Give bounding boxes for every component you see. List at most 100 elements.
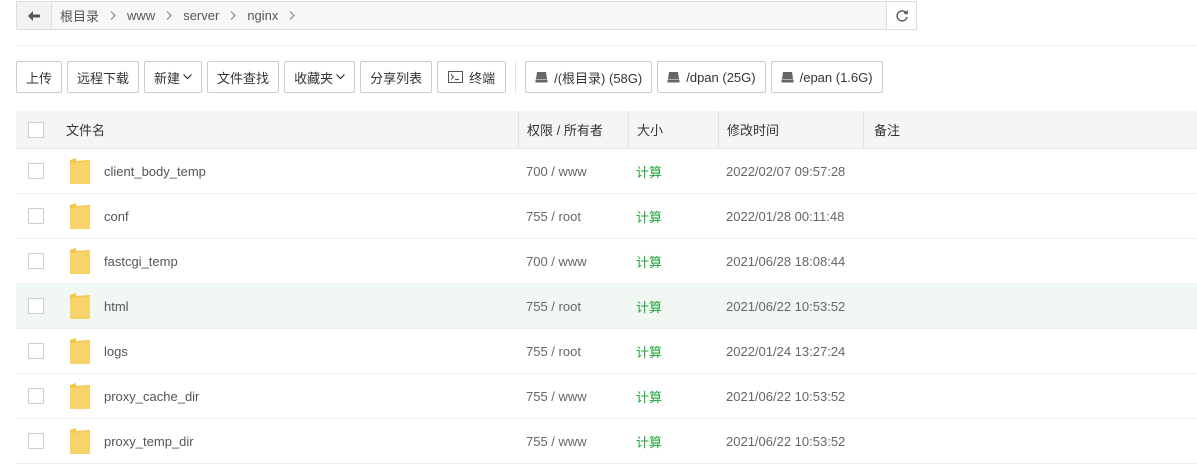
breadcrumb-www[interactable]: www (127, 8, 155, 23)
perm-cell[interactable]: 755 / root (518, 344, 628, 359)
favorites-dropdown-button[interactable]: 收藏夹 (284, 61, 356, 93)
path-bar: 根目录 www server nginx (16, 1, 917, 30)
mtime-cell: 2022/01/24 13:27:24 (726, 343, 846, 359)
calc-size-link[interactable]: 计算 (636, 255, 662, 270)
table-header: 文件名 权限 / 所有者 大小 修改时间 备注 (16, 110, 1197, 149)
name-cell: conf (56, 202, 518, 230)
file-name[interactable]: conf (104, 209, 129, 224)
header-perm[interactable]: 权限 / 所有者 (518, 110, 628, 149)
row-checkbox[interactable] (28, 433, 44, 449)
folder-icon (69, 247, 91, 275)
mtime-cell: 2022/01/28 00:11:48 (726, 208, 845, 224)
chevron-right-icon (289, 11, 296, 20)
size-cell: 计算 (628, 342, 718, 361)
row-checkbox[interactable] (28, 343, 44, 359)
disk-dpan-button[interactable]: /dpan (25G) (657, 61, 766, 93)
table-row[interactable]: proxy_cache_dir 755 / www 计算 2021/06/22 10:… (16, 374, 1197, 419)
row-checkbox[interactable] (28, 253, 44, 269)
size-cell: 计算 (628, 432, 718, 451)
table-row[interactable]: proxy_temp_dir 755 / www 计算 2021/06/22 10:5… (16, 419, 1197, 464)
disk-epan-button[interactable]: /epan (1.6G) (770, 61, 883, 93)
breadcrumb-server[interactable]: server (183, 8, 219, 23)
refresh-button[interactable] (886, 2, 916, 29)
perm-cell[interactable]: 755 / root (518, 209, 628, 224)
table-row[interactable]: conf 755 / root 计算 2022/01/28 00:11:48 (16, 194, 1197, 239)
upload-button[interactable]: 上传 (16, 61, 63, 93)
breadcrumb: 根目录 www server nginx (52, 2, 886, 29)
calc-size-link[interactable]: 计算 (636, 345, 662, 360)
back-button[interactable] (17, 2, 52, 29)
row-checkbox[interactable] (28, 163, 44, 179)
arrow-left-icon (28, 10, 40, 21)
header-size[interactable]: 大小 (628, 110, 718, 149)
perm-cell[interactable]: 700 / www (518, 164, 628, 179)
select-all-checkbox[interactable] (28, 121, 44, 138)
file-name[interactable]: html (104, 299, 129, 314)
disk-root-button[interactable]: /(根目录) (58G) (525, 61, 653, 93)
table-row[interactable]: client_body_temp 700 / www 计算 2022/02/07 09… (16, 149, 1197, 194)
folder-icon (69, 337, 91, 365)
breadcrumb-nginx[interactable]: nginx (247, 8, 278, 23)
name-cell: html (56, 292, 518, 320)
new-dropdown-button[interactable]: 新建 (144, 61, 203, 93)
table-row[interactable]: logs 755 / root 计算 2022/01/24 13:27:24 (16, 329, 1197, 374)
mtime-cell: 2021/06/22 10:53:52 (726, 388, 846, 404)
calc-size-link[interactable]: 计算 (636, 210, 662, 225)
chevron-down-icon (336, 74, 346, 80)
header-note: 备注 (863, 110, 1197, 149)
folder-icon (69, 382, 91, 410)
mtime-cell: 2022/02/07 09:57:28 (726, 163, 846, 179)
header-mtime[interactable]: 修改时间 (718, 110, 863, 149)
perm-cell[interactable]: 755 / root (518, 299, 628, 314)
file-name[interactable]: logs (104, 344, 128, 359)
file-name[interactable]: client_body_temp (104, 164, 206, 179)
row-checkbox-cell (16, 388, 56, 404)
calc-size-link[interactable]: 计算 (636, 435, 662, 450)
header-name[interactable]: 文件名 (56, 111, 518, 149)
perm-cell[interactable]: 755 / www (518, 389, 628, 404)
file-name[interactable]: fastcgi_temp (104, 254, 178, 269)
new-label: 新建 (154, 70, 181, 86)
name-cell: logs (56, 337, 518, 365)
row-checkbox-cell (16, 298, 56, 314)
perm-cell[interactable]: 700 / www (518, 254, 628, 269)
folder-icon (69, 202, 91, 230)
size-cell: 计算 (628, 252, 718, 271)
terminal-button[interactable]: 终端 (437, 61, 507, 93)
breadcrumb-root[interactable]: 根目录 (60, 6, 99, 25)
remote-download-button[interactable]: 远程下载 (67, 61, 140, 93)
row-checkbox[interactable] (28, 208, 44, 224)
row-checkbox[interactable] (28, 298, 44, 314)
disk-icon (781, 71, 794, 83)
row-checkbox-cell (16, 253, 56, 269)
disk-dpan-label: /dpan (25G) (686, 69, 756, 85)
calc-size-link[interactable]: 计算 (636, 390, 662, 405)
file-name[interactable]: proxy_cache_dir (104, 389, 199, 404)
terminal-icon (448, 71, 464, 83)
calc-size-link[interactable]: 计算 (636, 300, 662, 315)
table-row[interactable]: html 755 / root 计算 2021/06/22 10:53:52 (16, 284, 1197, 329)
name-cell: proxy_temp_dir (56, 427, 518, 455)
row-checkbox-cell (16, 163, 56, 179)
file-search-button[interactable]: 文件查找 (207, 61, 280, 93)
perm-cell[interactable]: 755 / www (518, 434, 628, 449)
folder-icon (69, 427, 91, 455)
calc-size-link[interactable]: 计算 (636, 165, 662, 180)
size-cell: 计算 (628, 162, 718, 181)
chevron-right-icon (166, 11, 173, 20)
name-cell: proxy_cache_dir (56, 382, 518, 410)
row-checkbox-cell (16, 208, 56, 224)
disk-root-label: /(根目录) (58G) (554, 70, 643, 86)
row-checkbox[interactable] (28, 388, 44, 404)
file-table: 文件名 权限 / 所有者 大小 修改时间 备注 client_body_temp… (16, 110, 1197, 464)
select-all-cell (16, 121, 56, 138)
disk-epan-label: /epan (1.6G) (799, 69, 873, 85)
file-name[interactable]: proxy_temp_dir (104, 434, 194, 449)
chevron-right-icon (110, 11, 116, 20)
refresh-icon (895, 9, 908, 22)
table-row[interactable]: fastcgi_temp 700 / www 计算 2021/06/28 18:08:… (16, 239, 1197, 284)
name-cell: client_body_temp (56, 157, 518, 185)
mtime-cell: 2021/06/28 18:08:44 (726, 253, 846, 269)
share-list-button[interactable]: 分享列表 (360, 61, 433, 93)
folder-icon (69, 157, 91, 185)
